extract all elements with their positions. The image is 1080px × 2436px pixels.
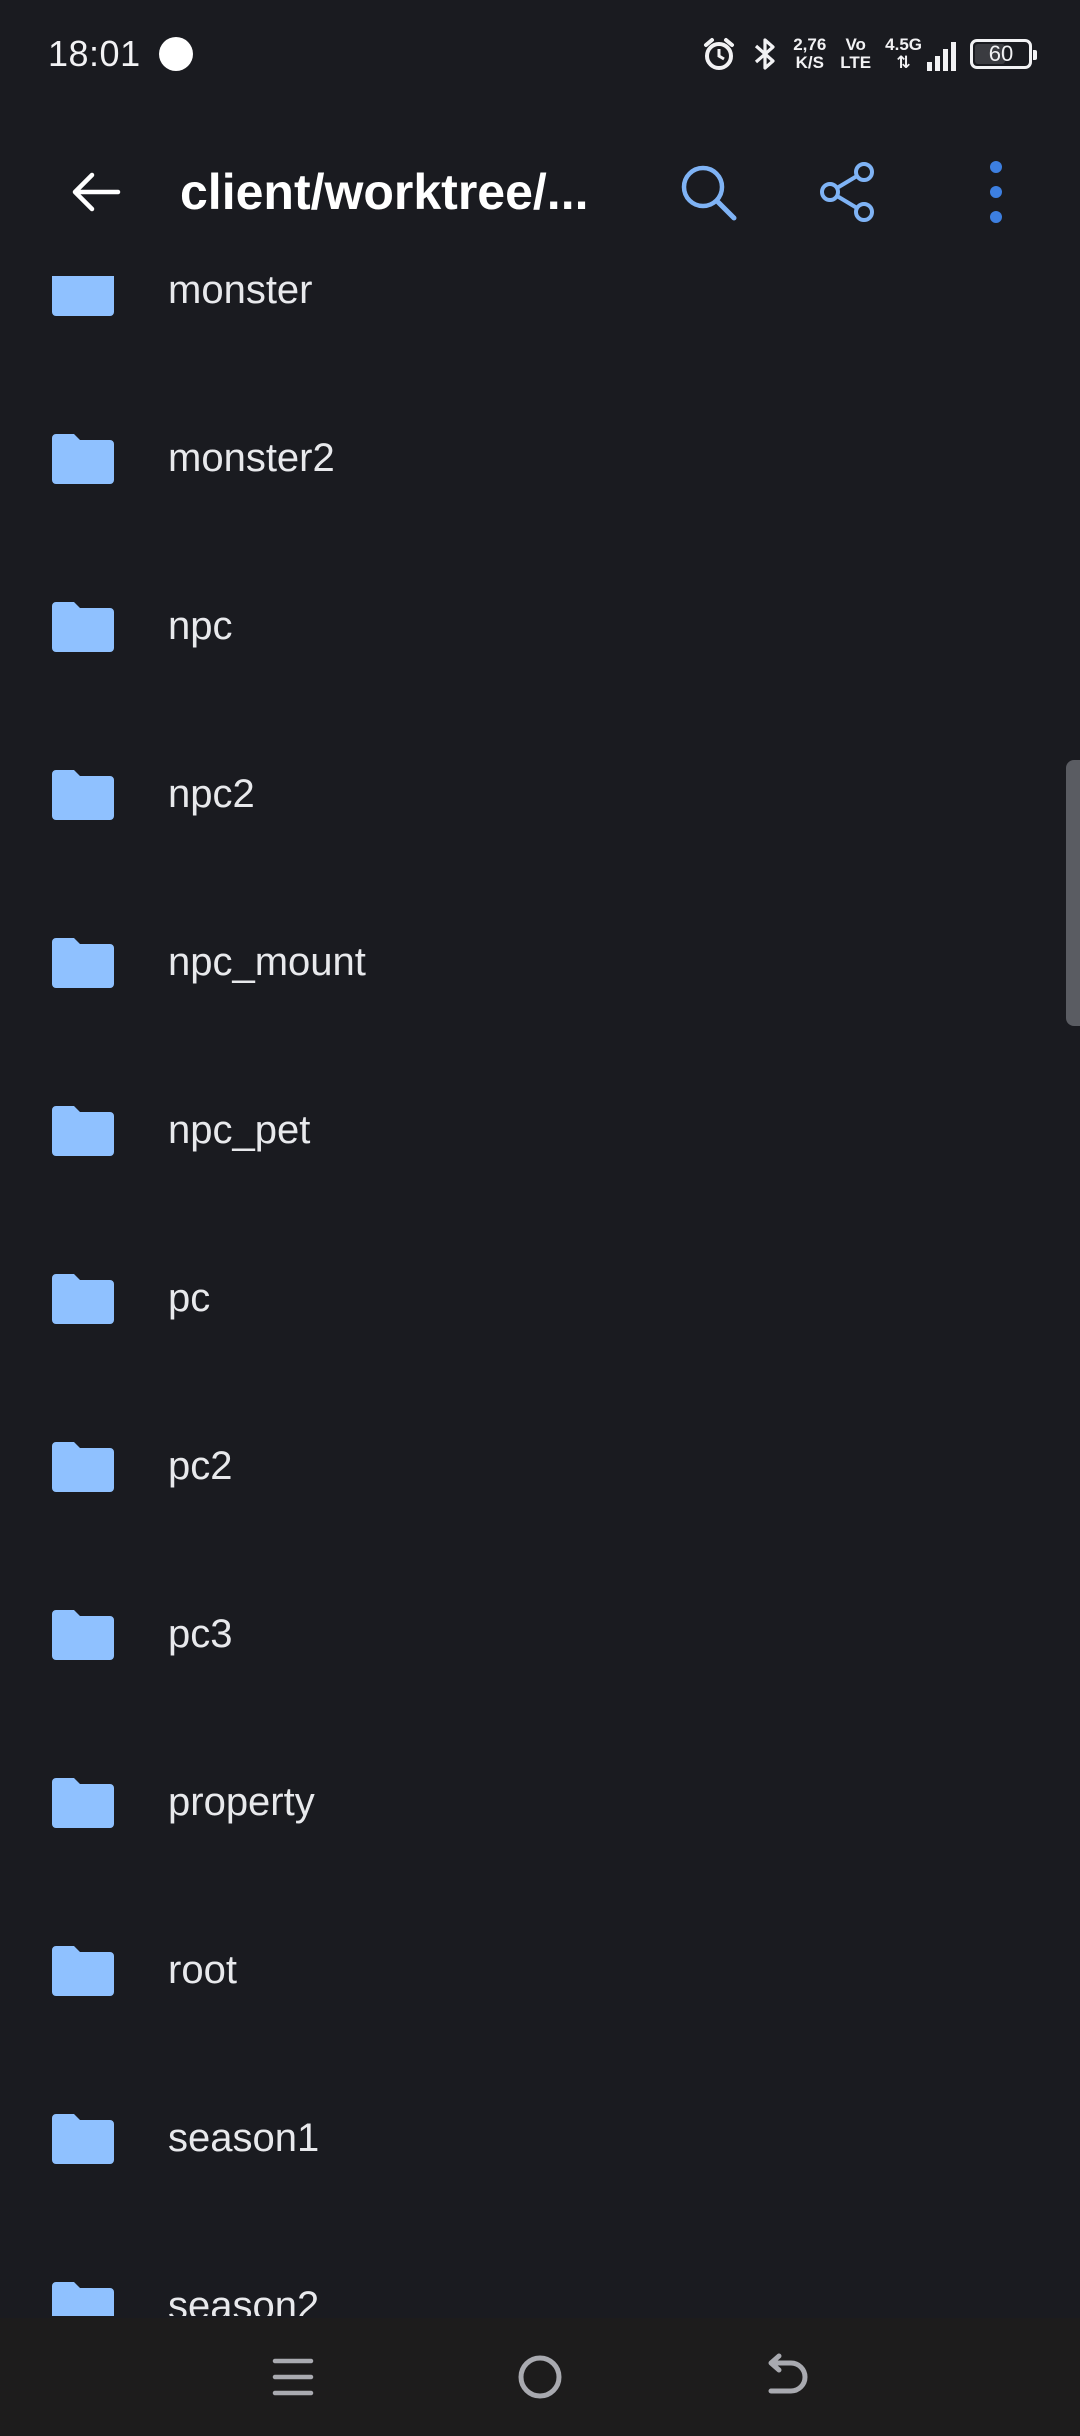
folder-icon [52,1106,114,1156]
menu-lines-icon [273,2358,314,2396]
search-button[interactable] [660,144,756,240]
status-time: 18:01 [48,33,141,74]
battery-level: 60 [988,41,1014,66]
back-button[interactable] [48,144,144,240]
status-bar: 18:01 2,76 K/S Vo LTE 4.5G ⇅ 60 [0,0,1080,108]
folder-list: monster monster2 npc npc2 npc_mount npc_pet pc… [0,200,1080,2316]
folder-row[interactable]: npc_pet [0,1046,1080,1214]
folder-row[interactable]: season2 [0,2222,1080,2316]
page-title: client/worktree/... [180,164,589,220]
folder-icon [52,938,114,988]
volte-top: Vo [845,35,866,54]
back-nav-icon [768,2353,808,2394]
share-button[interactable] [800,144,896,240]
folder-icon [52,434,114,484]
folder-icon [52,1610,114,1660]
folder-name: monster2 [168,435,335,480]
search-icon [681,165,737,221]
folder-row[interactable]: npc_mount [0,878,1080,1046]
folder-row[interactable]: season1 [0,2054,1080,2222]
folder-name: root [168,1947,237,1992]
volte-bottom: LTE [840,53,872,72]
network-type: 4.5G ⇅ [885,36,922,72]
back-nav-button[interactable] [747,2337,827,2417]
folder-row[interactable]: pc [0,1214,1080,1382]
folder-row[interactable]: root [0,1886,1080,2054]
folder-icon [52,1946,114,1996]
home-circle-icon [518,2355,562,2399]
status-icons: 2,76 K/S Vo LTE 4.5G ⇅ 60 [701,36,1037,72]
folder-icon [52,2282,114,2316]
folder-name: pc2 [168,1443,233,1488]
folder-row[interactable]: npc2 [0,710,1080,878]
folder-name: npc [168,603,233,648]
folder-icon [52,1778,114,1828]
arrow-left-icon [72,172,121,212]
folder-name: pc [168,1275,211,1320]
alarm-icon [704,38,735,70]
net-speed-value: 2,76 [793,35,827,54]
volte-indicator: Vo LTE [840,36,871,72]
more-vert-icon [990,161,1002,223]
top-app-bar: client/worktree/... [0,108,1080,276]
system-nav-bar [0,2318,1080,2436]
recents-button[interactable] [253,2337,333,2417]
signal-strength-icon [927,42,956,71]
folder-row[interactable]: npc [0,542,1080,710]
folder-row[interactable]: monster2 [0,374,1080,542]
folder-name: npc2 [168,771,255,816]
folder-icon [52,770,114,820]
folder-icon [52,2114,114,2164]
network-type-label: 4.5G [885,35,922,54]
signal-group: 4.5G ⇅ [885,36,956,72]
folder-row[interactable]: pc3 [0,1550,1080,1718]
share-icon [820,162,874,222]
folder-name: pc3 [168,1611,233,1656]
folder-name: npc_pet [168,1107,311,1152]
folder-icon [52,1442,114,1492]
folder-name: season2 [168,2283,320,2317]
folder-name: property [168,1779,315,1824]
home-button[interactable] [500,2337,580,2417]
bluetooth-icon [755,38,775,70]
net-speed: 2,76 K/S [793,36,826,72]
net-speed-unit: K/S [795,53,824,72]
folder-row[interactable]: pc2 [0,1382,1080,1550]
file-browser-screen: 18:01 2,76 K/S Vo LTE 4.5G ⇅ 60 client/w… [0,0,1080,2436]
folder-icon [52,602,114,652]
folder-name: npc_mount [168,939,366,984]
notification-dot-icon [158,37,193,71]
data-arrows-icon: ⇅ [896,53,911,72]
folder-icon [52,1274,114,1324]
battery-icon: 60 [970,39,1037,69]
overflow-menu-button[interactable] [948,144,1044,240]
folder-name: season1 [168,2115,320,2160]
scrollbar-thumb[interactable] [1066,760,1080,1026]
folder-row[interactable]: property [0,1718,1080,1886]
